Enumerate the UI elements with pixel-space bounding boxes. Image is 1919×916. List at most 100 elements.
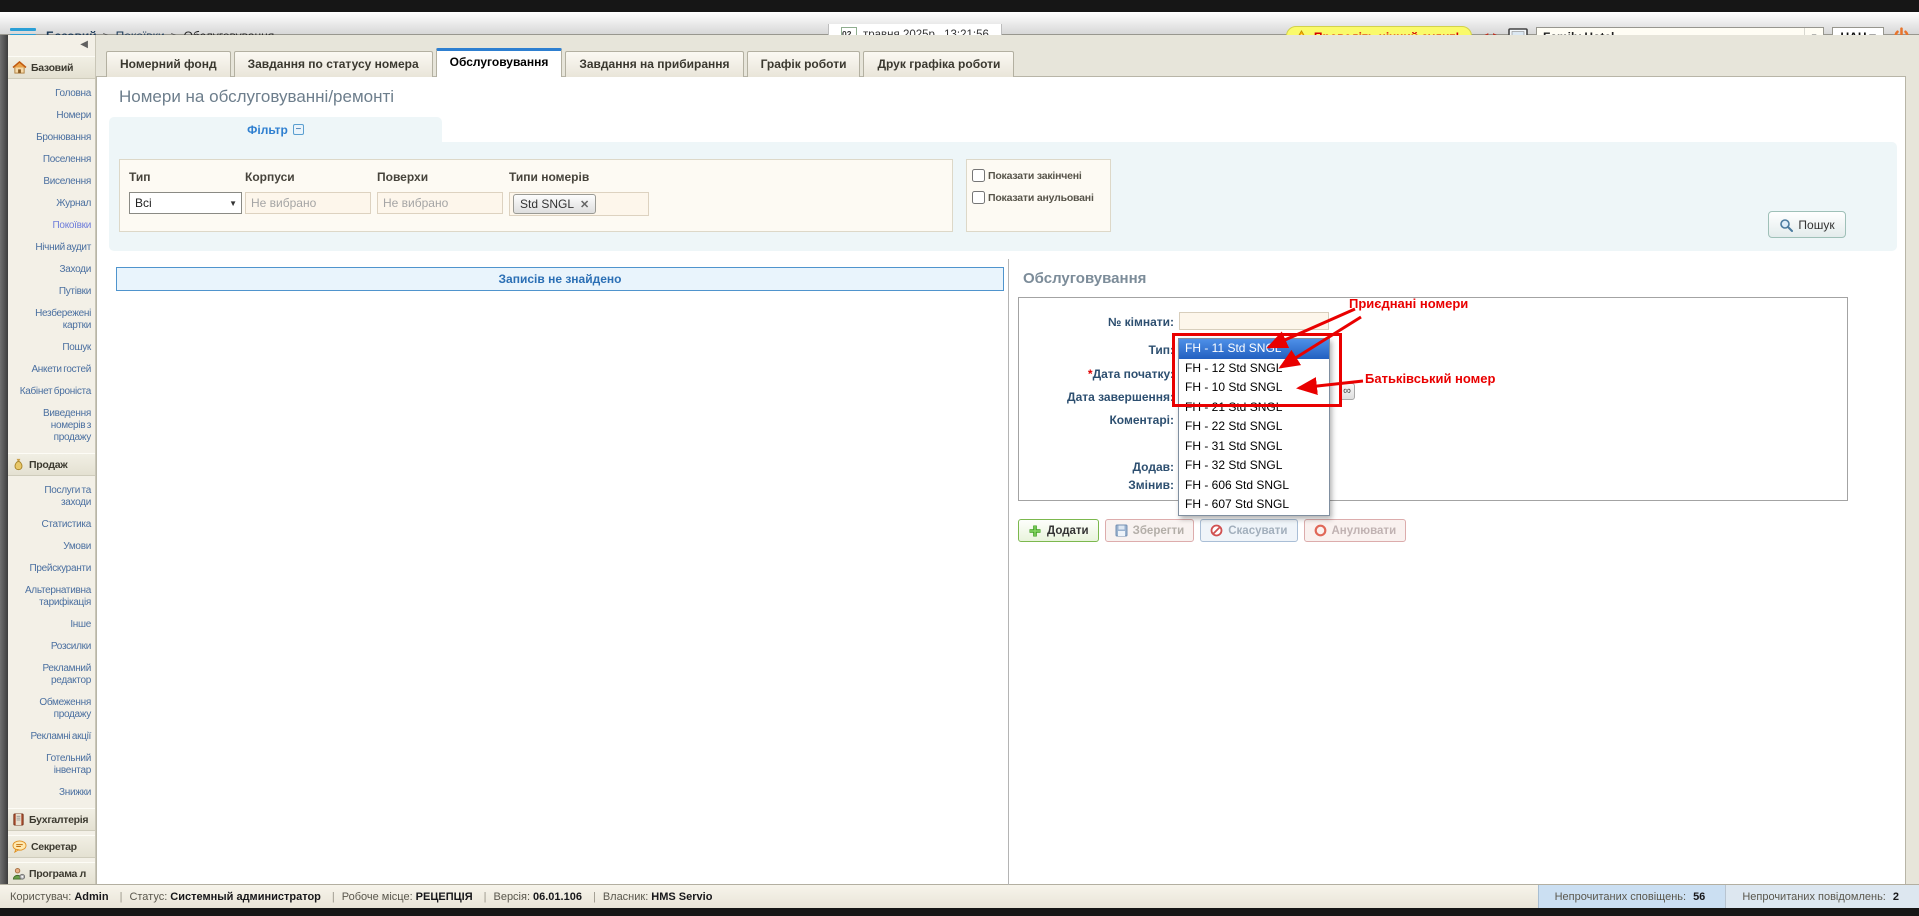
bottom-black-bar [0,908,1919,916]
status-workplace-value: РЕЦЕПЦІЯ [416,891,473,903]
show-finished-checkbox-row[interactable]: Показати закінчені [972,169,1106,182]
cancel-button[interactable]: Скасувати [1200,519,1297,542]
room-type-tag-label: Std SNGL [520,197,574,211]
sidebar-item-obmezhennya-prodazhu[interactable]: Обмеження продажу [8,692,95,726]
dropdown-item[interactable]: FH - 31 Std SNGL [1179,437,1329,457]
status-user-label: Користувач: [10,891,71,903]
type-filter-select[interactable]: Всі ▼ [129,192,242,214]
sidebar-item-putivky[interactable]: Путівки [8,281,95,303]
unread-messages-count: 2 [1893,891,1899,903]
tab-hrafik-roboty[interactable]: Графік роботи [747,51,861,77]
content-panel: Номери на обслуговуванні/ремонті Фільтр … [96,76,1906,884]
panel-splitter [1008,259,1009,885]
annul-ring-icon [1314,524,1327,537]
sidebar-item-reklamni-aktsii[interactable]: Рекламні акції [8,726,95,748]
no-end-date-infinity-button[interactable]: ∞ [1339,383,1355,400]
show-cancelled-checkbox[interactable] [972,191,985,204]
sidebar-item-vyvedennya-nomeriv[interactable]: Виведення номерів з продажу [8,403,95,449]
sidebar-section-label: Секретар [31,841,77,853]
sidebar-item-hotelnyi-inventar[interactable]: Готельний інвентар [8,748,95,782]
sidebar-item-inshe[interactable]: Інше [8,614,95,636]
detail-panel-title: Обслуговування [1023,270,1146,287]
remove-tag-icon[interactable]: ✕ [580,198,589,211]
annul-button-label: Анулювати [1332,525,1397,537]
room-types-filter-field[interactable]: Std SNGL ✕ [509,192,649,216]
sidebar-item-nichnyi-audyt[interactable]: Нічний аудит [8,237,95,259]
module-tabs: Номерний фонд Завдання по статусу номера… [106,48,1014,77]
add-button[interactable]: Додати [1018,519,1099,542]
sidebar-item-reklamnyi-redaktor[interactable]: Рекламний редактор [8,658,95,692]
form-buttons: Додати Зберегти Скасувати [1018,519,1406,542]
tab-obsluhovuvannya[interactable]: Обслуговування [436,48,563,77]
sidebar-item-poselennya[interactable]: Поселення [8,149,95,171]
sidebar-item-vyselennya[interactable]: Виселення [8,171,95,193]
tab-druk-hrafika[interactable]: Друк графіка роботи [863,51,1014,77]
sidebar-collapse-arrow[interactable]: ◀ [8,35,95,52]
floors-filter-input[interactable] [377,192,503,214]
floors-filter-label: Поверхи [377,170,509,184]
dropdown-item[interactable]: FH - 22 Std SNGL [1179,417,1329,437]
status-bar: Користувач: Admin | Статус: Системный ад… [0,884,1919,908]
sidebar-item-nezberezheni-kartky[interactable]: Незбережені картки [8,303,95,337]
dropdown-item[interactable]: FH - 11 Std SNGL [1179,339,1329,359]
room-number-field[interactable] [1179,312,1329,330]
sidebar-item-nomery[interactable]: Номери [8,105,95,127]
status-separator: | [332,891,335,903]
dropdown-item[interactable]: FH - 32 Std SNGL [1179,456,1329,476]
tab-nomernyi-fond[interactable]: Номерний фонд [106,51,231,77]
dropdown-item[interactable]: FH - 21 Std SNGL [1179,398,1329,418]
sidebar-item-znyzhky[interactable]: Знижки [8,782,95,804]
search-button[interactable]: Пошук [1768,211,1846,238]
show-finished-label: Показати закінчені [988,170,1082,182]
sidebar-item-alternatyvna-taryfikatsiya[interactable]: Альтернативна тарифікація [8,580,95,614]
status-separator: | [120,891,123,903]
filter-body: Тип Всі ▼ Корпуси Поверхи [109,142,1897,251]
sidebar-item-umovy[interactable]: Умови [8,536,95,558]
tab-zavdannya-prybyrannya[interactable]: Завдання на прибирання [565,51,743,77]
filter-collapse-tab[interactable]: Фільтр − [109,117,442,142]
sidebar-item-posluhy-zakhody[interactable]: Послуги та заходи [8,480,95,514]
unread-alerts-badge[interactable]: Непрочитаних сповіщень: 56 [1538,885,1726,908]
sidebar-item-preiskuranty[interactable]: Прейскуранти [8,558,95,580]
dropdown-item[interactable]: FH - 606 Std SNGL [1179,476,1329,496]
sidebar-item-zakhody[interactable]: Заходи [8,259,95,281]
buildings-filter-input[interactable] [245,192,371,214]
sidebar-item-kabinet-bronista[interactable]: Кабінет броніста [8,381,95,403]
sidebar-item-ankety-hostei[interactable]: Анкети гостей [8,359,95,381]
unread-messages-badge[interactable]: Непрочитаних повідомлень: 2 [1725,885,1919,908]
status-version-label: Версія: [493,891,530,903]
sidebar-section-bukhhalteriya[interactable]: Бухгалтерія [8,808,95,831]
left-edge-strip [0,35,8,884]
start-date-label: *Дата початку: [1019,367,1174,381]
sidebar-section-prodazh[interactable]: Продаж [8,453,95,476]
annul-button[interactable]: Анулювати [1304,519,1407,542]
sidebar-section-sekretar[interactable]: Секретар [8,835,95,858]
sidebar-item-pokoivky[interactable]: Покоївки [8,215,95,237]
sidebar-section-bazovyi[interactable]: Базовий [8,56,95,79]
sidebar-section-prohrama-loyalnosti[interactable]: Програма л [8,862,95,884]
dropdown-item[interactable]: FH - 10 Std SNGL [1179,378,1329,398]
status-user-value: Admin [74,891,108,903]
floppy-icon [1115,524,1128,537]
status-separator: | [593,891,596,903]
sidebar-item-statystyka[interactable]: Статистика [8,514,95,536]
service-form: № кімнати: Тип: *Дата початку: Дата заве… [1018,297,1848,501]
top-black-bar [0,0,1919,12]
room-type-tag[interactable]: Std SNGL ✕ [513,194,596,214]
dropdown-item[interactable]: FH - 12 Std SNGL [1179,359,1329,379]
sidebar-item-zhurnal[interactable]: Журнал [8,193,95,215]
annotation-attached-rooms: Приєднані номери [1349,296,1468,311]
unread-messages-label: Непрочитаних повідомлень: [1742,891,1886,903]
sidebar-item-rozsylky[interactable]: Розсилки [8,636,95,658]
tab-zavdannya-status[interactable]: Завдання по статусу номера [234,51,433,77]
show-finished-checkbox[interactable] [972,169,985,182]
sidebar-item-holovna[interactable]: Головна [8,83,95,105]
sidebar-item-bronyuvannya[interactable]: Бронювання [8,127,95,149]
save-button[interactable]: Зберегти [1105,519,1195,542]
collapse-minus-icon[interactable]: − [293,124,304,135]
plus-icon [1028,524,1042,538]
changed-by-label: Змінив: [1019,478,1174,492]
show-cancelled-checkbox-row[interactable]: Показати анульовані [972,191,1106,204]
dropdown-item[interactable]: FH - 607 Std SNGL [1179,495,1329,515]
sidebar-item-poshuk[interactable]: Пошук [8,337,95,359]
